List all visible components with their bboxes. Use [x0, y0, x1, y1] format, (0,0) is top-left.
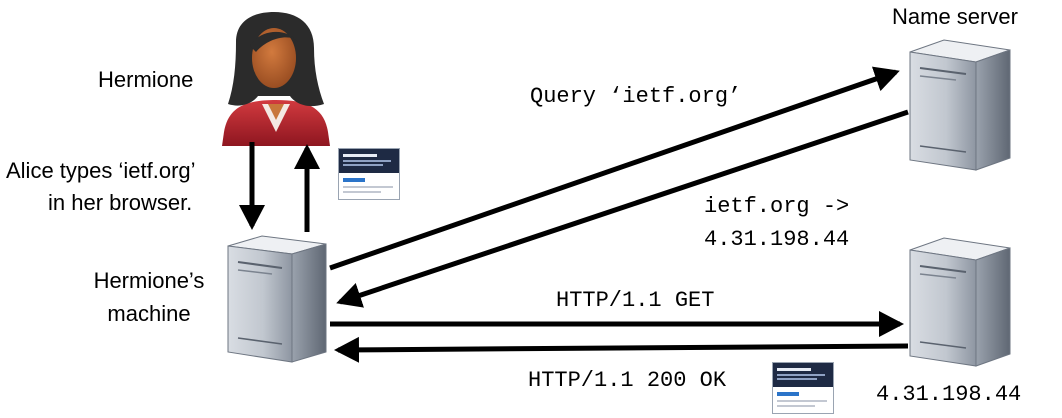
- web-server-ip-label: 4.31.198.44: [876, 382, 1022, 407]
- webpage-thumbnail-icon: [772, 362, 834, 414]
- person-icon: [222, 12, 330, 146]
- hermione-machine-label-line2: machine: [107, 301, 191, 326]
- dns-answer-label-line2: 4.31.198.44: [704, 227, 850, 252]
- name-server-label: Name server: [892, 4, 1018, 29]
- server-icon: [909, 237, 1011, 367]
- hermione-machine-label-line1: Hermione’s: [93, 268, 205, 293]
- alice-types-label-line2: in her browser.: [48, 190, 193, 215]
- arrow-http-response: [334, 336, 909, 363]
- diagram-canvas: Hermione Alice types ‘ietf.org’ in her b…: [0, 0, 1062, 418]
- hermione-label: Hermione: [98, 67, 194, 92]
- alice-types-label-line1: Alice types ‘ietf.org’: [6, 158, 196, 183]
- server-icon: [909, 39, 1011, 171]
- http-ok-label: HTTP/1.1 200 OK: [528, 368, 727, 393]
- http-get-label: HTTP/1.1 GET: [556, 288, 715, 313]
- webpage-thumbnail-icon: [338, 148, 400, 200]
- server-icon: [227, 235, 327, 363]
- dns-query-label: Query ‘ietf.org’: [530, 84, 742, 109]
- dns-answer-label-line1: ietf.org ->: [704, 194, 850, 219]
